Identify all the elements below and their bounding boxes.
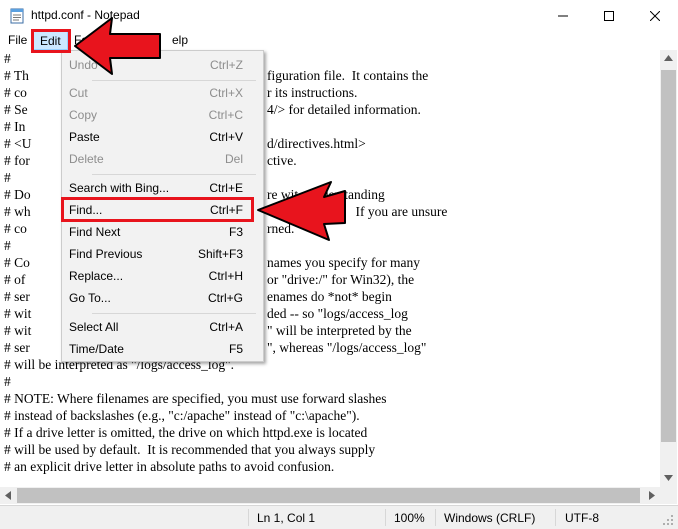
editor-line: # for: [4, 153, 30, 168]
editor-line: # wit: [4, 323, 32, 338]
menu-item-go-to[interactable]: Go To... Ctrl+G: [64, 287, 261, 309]
editor-line: # Co: [4, 255, 30, 270]
editor-line-fragment: " will be interpreted by the: [267, 323, 412, 338]
status-divider: [435, 509, 436, 526]
editor-line-fragment: d/directives.html>: [267, 136, 366, 151]
minimize-icon: [558, 15, 568, 16]
menu-item-find-next[interactable]: Find Next F3: [64, 221, 261, 243]
status-line-ending: Windows (CRLF): [444, 511, 536, 525]
editor-line-fragment: If you are unsure: [342, 204, 448, 219]
close-icon: [650, 10, 660, 21]
editor-line: #: [4, 51, 11, 66]
vertical-scroll-thumb[interactable]: [661, 70, 676, 442]
editor-line-fragment: figuration file. It contains the: [267, 68, 429, 83]
status-position: Ln 1, Col 1: [257, 511, 316, 525]
editor-line-fragment: enames do *not* begin: [267, 289, 392, 304]
editor-line: # of: [4, 272, 26, 287]
find-item-highlight-box: [61, 197, 254, 222]
menu-item-delete[interactable]: Delete Del: [64, 148, 261, 170]
editor-line: # wit: [4, 306, 32, 321]
editor-line: # co: [4, 85, 27, 100]
editor-line-fragment: r its instructions.: [267, 85, 358, 100]
editor-line: # ser: [4, 340, 30, 355]
red-arrow-icon: [74, 17, 161, 75]
menu-file[interactable]: File: [2, 31, 33, 50]
menu-item-replace[interactable]: Replace... Ctrl+H: [64, 265, 261, 287]
menu-item-paste[interactable]: Paste Ctrl+V: [64, 126, 261, 148]
menu-item-copy[interactable]: Copy Ctrl+C: [64, 104, 261, 126]
resize-grip-icon[interactable]: [662, 514, 674, 526]
editor-line: # wh: [4, 204, 31, 219]
editor-line-fragment: or "drive:/" for Win32), the: [267, 272, 415, 287]
editor-line: # Do: [4, 187, 31, 202]
editor-line: #: [4, 238, 11, 253]
editor-line: # Th: [4, 68, 29, 83]
menu-item-find-previous[interactable]: Find Previous Shift+F3: [64, 243, 261, 265]
status-encoding: UTF-8: [565, 511, 599, 525]
editor-line: #: [4, 374, 11, 389]
menu-separator: [92, 174, 256, 175]
horizontal-scroll-thumb[interactable]: [17, 488, 640, 503]
scroll-right-icon[interactable]: [649, 491, 655, 500]
editor-line: # NOTE: Where filenames are specified, y…: [4, 391, 387, 406]
scroll-left-icon[interactable]: [5, 491, 11, 500]
editor-line-fragment: 4/> for detailed information.: [267, 102, 421, 117]
editor-line: # <U: [4, 136, 32, 151]
editor-line: # co: [4, 221, 27, 236]
maximize-icon: [604, 10, 614, 21]
menu-help[interactable]: elp: [166, 31, 194, 50]
scroll-up-icon[interactable]: [664, 55, 673, 61]
editor-line: # Se: [4, 102, 28, 117]
notepad-window: httpd.conf - Notepad File Edit Fo elp # …: [0, 0, 678, 529]
editor-line: #: [4, 170, 11, 185]
menu-item-time-date[interactable]: Time/Date F5: [64, 338, 261, 360]
editor-line: # instead of backslashes (e.g., "c:/apac…: [4, 408, 360, 423]
edit-menu-highlight-box: [31, 29, 71, 53]
minimize-button[interactable]: [540, 0, 586, 31]
menu-separator: [92, 313, 256, 314]
maximize-button[interactable]: [586, 0, 632, 31]
menu-separator: [92, 80, 256, 81]
scrollbar-corner: [660, 487, 677, 504]
menu-item-select-all[interactable]: Select All Ctrl+A: [64, 316, 261, 338]
editor-line: # If a drive letter is omitted, the driv…: [4, 425, 368, 440]
menu-item-search-with-bing[interactable]: Search with Bing... Ctrl+E: [64, 177, 261, 199]
editor-line-fragment: ", whereas "/logs/access_log": [267, 340, 427, 355]
notepad-app-icon: [10, 8, 24, 24]
editor-line: # In: [4, 119, 26, 134]
status-zoom: 100%: [394, 511, 425, 525]
red-arrow-icon: [257, 181, 346, 241]
status-bar: Ln 1, Col 1 100% Windows (CRLF) UTF-8: [0, 505, 678, 529]
editor-line-fragment: ded -- so "logs/access_log: [267, 306, 408, 321]
horizontal-scrollbar[interactable]: [0, 487, 660, 504]
status-divider: [248, 509, 249, 526]
editor-line-fragment: names you specify for many: [267, 255, 420, 270]
editor-line: # ser: [4, 289, 30, 304]
close-button[interactable]: [632, 0, 678, 31]
editor-line: # an explicit drive letter in absolute p…: [4, 459, 335, 474]
scroll-down-icon[interactable]: [664, 475, 673, 481]
editor-line-fragment: ctive.: [267, 153, 297, 168]
editor-line: # will be used by default. It is recomme…: [4, 442, 376, 457]
vertical-scrollbar[interactable]: [660, 50, 677, 487]
status-divider: [555, 509, 556, 526]
status-divider: [385, 509, 386, 526]
menu-item-cut[interactable]: Cut Ctrl+X: [64, 82, 261, 104]
